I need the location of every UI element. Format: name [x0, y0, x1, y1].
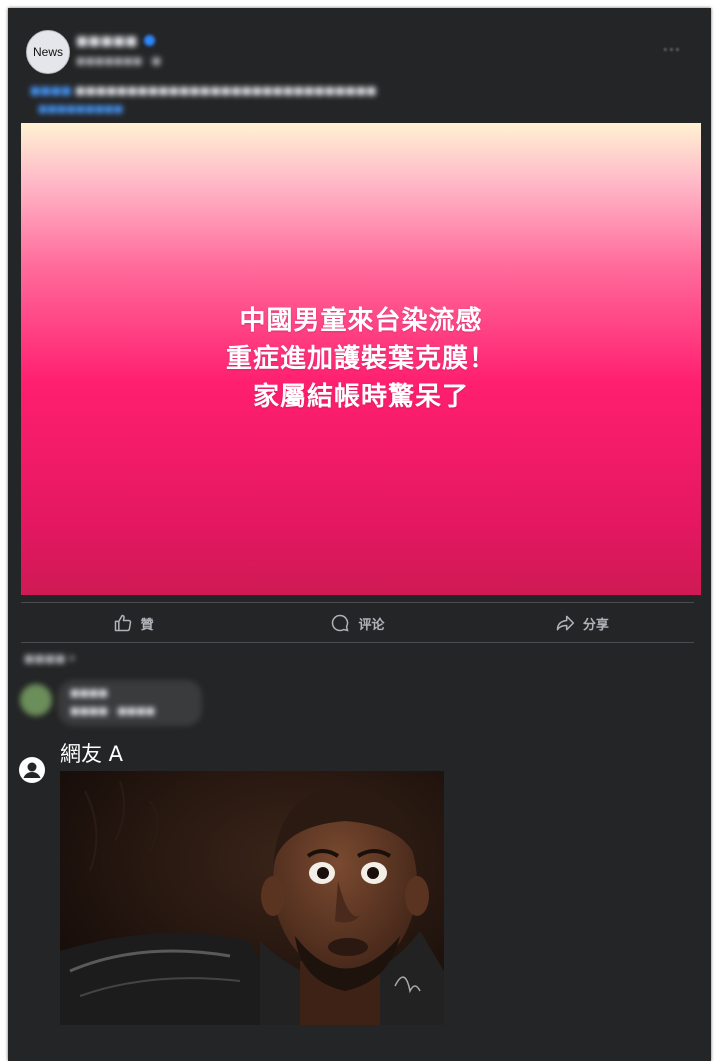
post-meta: ■■■■■■■ · ■: [76, 56, 162, 67]
caption-link[interactable]: ■■■■■■■■■: [38, 104, 123, 115]
reply-user-name: 網友 A: [60, 742, 124, 766]
divider: [21, 602, 694, 603]
banner-line-1: 中國男童來台染流感: [239, 306, 483, 336]
thumbs-up-icon: [114, 614, 131, 632]
post-caption: ■■■■ ■■■■■■■■■■■■■■■■■■■■■■■■■■■■■: [30, 84, 376, 97]
banner-line-2: 重症進加護裝葉克膜！: [225, 344, 496, 374]
page-avatar[interactable]: News: [26, 30, 70, 74]
more-options-icon[interactable]: ···: [663, 40, 681, 59]
like-label: 贊: [140, 617, 154, 633]
comment-bubble-icon: [332, 614, 350, 632]
post-actions: 贊 评论 分享: [21, 604, 694, 642]
banner-headline: 中國男童來台染流感 重症進加護裝葉克膜！ 家屬結帳時驚呆了: [226, 302, 496, 416]
comment-button[interactable]: 评论: [245, 604, 469, 642]
banner-line-3: 家屬結帳時驚呆了: [252, 382, 469, 412]
commenter-name[interactable]: ■■■■: [70, 688, 108, 699]
share-label: 分享: [582, 617, 609, 633]
commenter-avatar[interactable]: [20, 684, 52, 716]
post-image-banner[interactable]: 中國男童來台染流感 重症進加護裝葉克膜！ 家屬結帳時驚呆了: [21, 123, 701, 595]
verified-badge-icon: [144, 35, 155, 46]
user-avatar-icon: [19, 757, 45, 783]
comment-text: ■■■■ · ■■■■: [70, 706, 156, 717]
comment-bubble: [58, 680, 202, 726]
divider: [21, 642, 694, 643]
comment-label: 评论: [358, 617, 385, 633]
caption-text: ■■■■■■■■■■■■■■■■■■■■■■■■■■■■■: [75, 84, 377, 97]
share-button[interactable]: 分享: [470, 604, 694, 642]
page-name[interactable]: ■■■■■: [76, 34, 137, 49]
share-arrow-icon: [556, 615, 574, 631]
surprised-man-meme-image: [60, 771, 444, 1025]
like-button[interactable]: 贊: [21, 604, 245, 642]
comment-sort-dropdown[interactable]: ■■■■ ▾: [24, 652, 75, 665]
caption-hashtag[interactable]: ■■■■: [30, 84, 72, 97]
